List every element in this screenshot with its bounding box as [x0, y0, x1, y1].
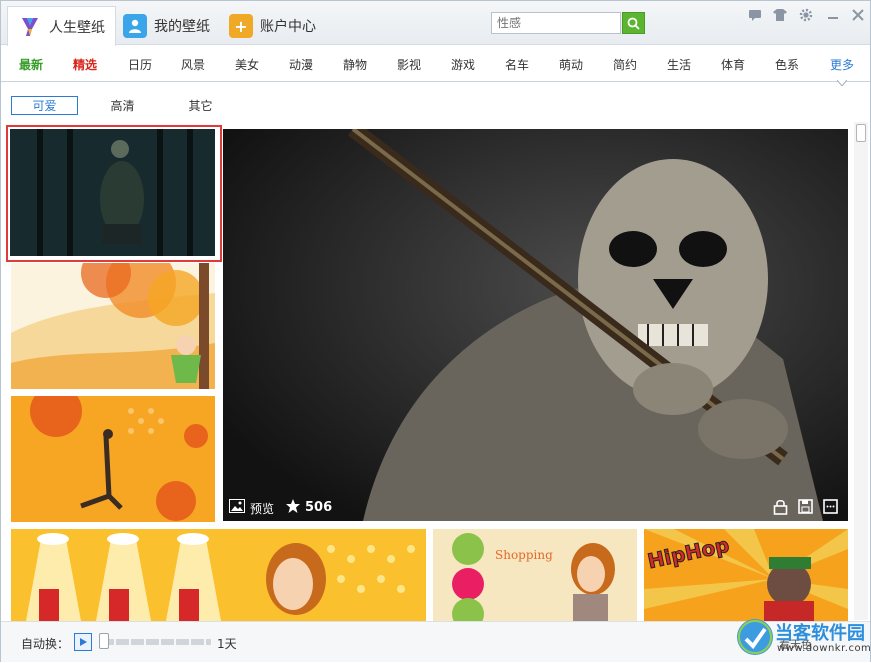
skin-icon[interactable]	[771, 6, 789, 24]
wallpaper-thumb-hiphop[interactable]: HipHop	[644, 529, 848, 621]
more-options-icon[interactable]	[823, 499, 838, 517]
category-cute[interactable]: 萌动	[559, 56, 583, 73]
minimize-icon[interactable]	[824, 6, 842, 24]
tab-account-center[interactable]: + 账户中心	[219, 7, 326, 45]
star-count: 506	[305, 500, 333, 515]
category-latest[interactable]: 最新	[19, 56, 43, 73]
category-games[interactable]: 游戏	[451, 56, 475, 73]
category-more[interactable]: 更多	[830, 56, 854, 73]
play-icon	[80, 638, 87, 646]
message-icon[interactable]	[746, 6, 764, 24]
tab-label: 账户中心	[260, 19, 316, 35]
category-nav: 最新 精选 日历 风景 美女 动漫 静物 影视 游戏 名车 萌动 简约 生活 体…	[1, 46, 870, 82]
play-button[interactable]	[74, 633, 92, 651]
category-simple[interactable]: 简约	[613, 56, 637, 73]
user-icon	[123, 14, 147, 38]
watermark-logo-icon	[737, 619, 773, 655]
watermark-url: www.downkr.com	[777, 643, 871, 654]
wallpaper-thumb-orange-yoga[interactable]	[11, 396, 215, 522]
app-logo-icon	[18, 15, 42, 39]
selected-frame	[6, 125, 222, 262]
star-icon	[285, 498, 301, 517]
wallpaper-thumb-autumn-girl[interactable]	[11, 263, 215, 389]
category-life[interactable]: 生活	[667, 56, 691, 73]
subtab-hd[interactable]: 高清	[89, 96, 156, 115]
app-window: 人生壁纸 我的壁纸 + 账户中心 性感 最新 精选 日历 风景 美女 动漫 静物…	[0, 0, 871, 662]
interval-slider-track[interactable]	[101, 639, 211, 645]
featured-overlay-bar: 预览 506	[223, 493, 848, 521]
search-input[interactable]	[491, 12, 621, 34]
category-cars[interactable]: 名车	[505, 56, 529, 73]
category-sports[interactable]: 体育	[721, 56, 745, 73]
search-button[interactable]	[622, 12, 645, 34]
subtab-other[interactable]: 其它	[167, 96, 234, 115]
scrollbar-thumb[interactable]	[856, 124, 866, 142]
search-icon	[627, 17, 640, 30]
caret-down-icon	[837, 80, 847, 86]
category-featured[interactable]: 精选	[73, 56, 97, 73]
save-icon[interactable]	[798, 499, 813, 517]
site-watermark: 当客软件园 www.downkr.com	[737, 619, 871, 663]
title-bar: 人生壁纸 我的壁纸 + 账户中心	[1, 1, 870, 46]
lock-icon[interactable]	[773, 499, 788, 518]
image-icon[interactable]	[229, 499, 245, 516]
category-anime[interactable]: 动漫	[289, 56, 313, 73]
svg-text:Shopping: Shopping	[495, 548, 553, 562]
tab-my-wallpaper[interactable]: 我的壁纸	[113, 7, 220, 45]
category-colors[interactable]: 色系	[775, 56, 799, 73]
scrollbar[interactable]	[854, 122, 868, 620]
category-scenery[interactable]: 风景	[181, 56, 205, 73]
interval-slider-knob[interactable]	[99, 633, 109, 649]
preview-label[interactable]: 预览	[250, 500, 274, 517]
tab-life-wallpaper[interactable]: 人生壁纸	[7, 6, 116, 46]
category-film[interactable]: 影视	[397, 56, 421, 73]
category-calendar[interactable]: 日历	[128, 56, 152, 73]
wallpaper-featured-tattoo[interactable]	[223, 129, 848, 521]
tab-label: 人生壁纸	[49, 19, 105, 36]
gear-icon[interactable]	[797, 6, 815, 24]
wallpaper-thumb-shopping-girl[interactable]: Shopping	[433, 529, 637, 621]
close-icon[interactable]	[849, 6, 867, 24]
interval-value: 1天	[217, 637, 237, 651]
auto-change-label: 自动换：	[21, 637, 70, 651]
tab-label: 我的壁纸	[154, 19, 210, 35]
category-still-life[interactable]: 静物	[343, 56, 367, 73]
plus-icon: +	[229, 14, 253, 38]
watermark-brand: 当客软件园	[775, 623, 865, 644]
wallpaper-thumb-cartoon-girl-lipstick[interactable]	[11, 529, 426, 621]
subtab-cute[interactable]: 可爱	[11, 96, 78, 115]
category-beauty[interactable]: 美女	[235, 56, 259, 73]
